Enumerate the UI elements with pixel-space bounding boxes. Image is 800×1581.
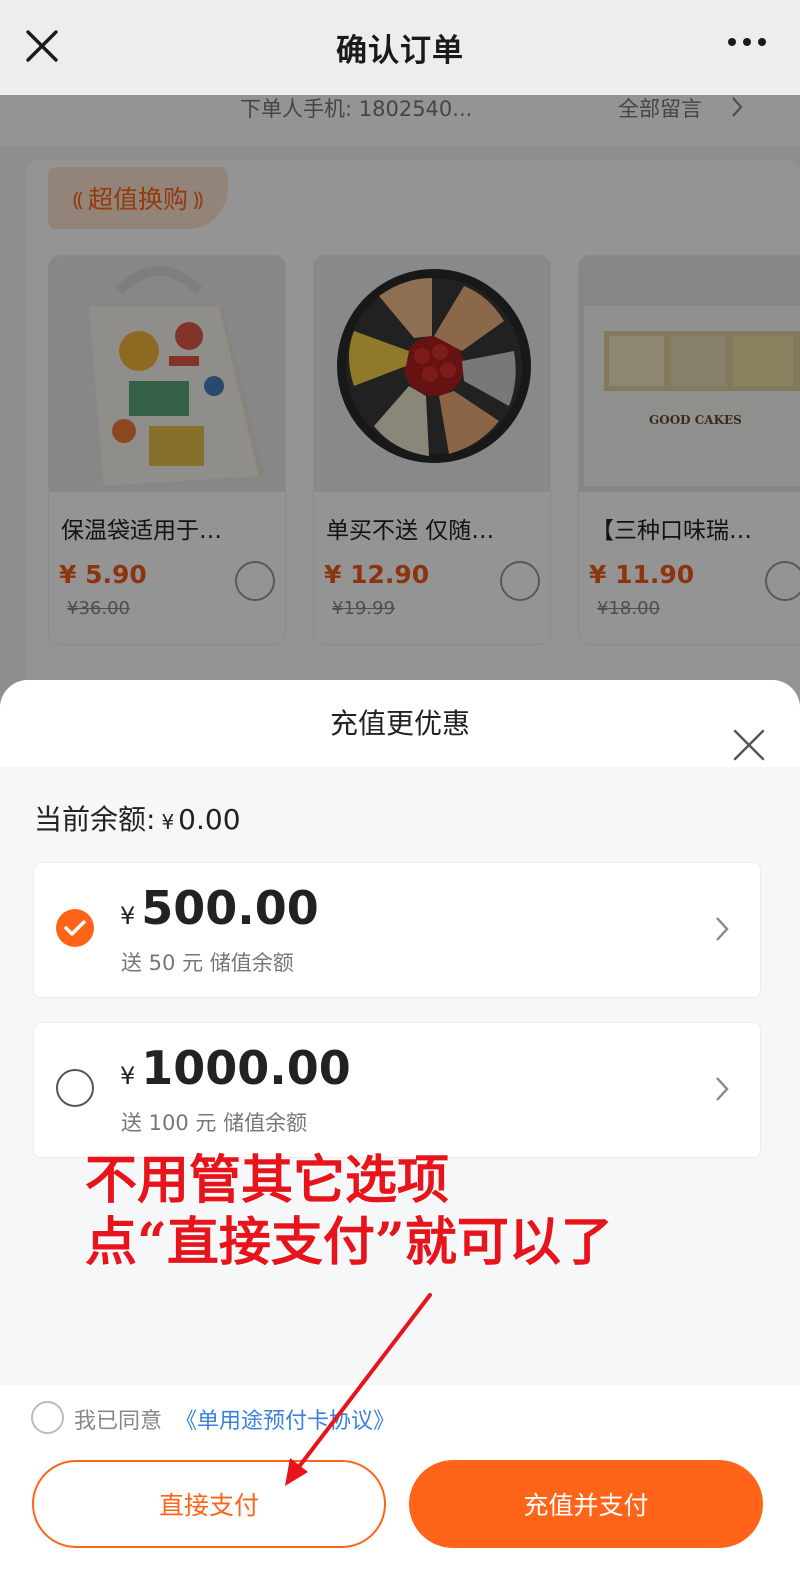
payment-footer: 我已同意 《单用途预付卡协议》 直接支付 充值并支付 [0, 1385, 800, 1581]
chevron-right-icon [716, 917, 729, 941]
close-icon[interactable] [24, 28, 60, 64]
balance-label: 当前余额: [34, 803, 156, 836]
recharge-sheet: 充值更优惠 当前余额: ¥ 0.00 ¥ 500.00 送 50 元 储值余额 … [0, 680, 800, 1581]
prepaid-card-agreement-link[interactable]: 《单用途预付卡协议》 [175, 1403, 395, 1435]
pay-directly-button[interactable]: 直接支付 [32, 1460, 386, 1548]
page-title: 确认订单 [336, 33, 464, 69]
current-balance: 当前余额: ¥ 0.00 [34, 798, 241, 838]
sheet-header: 充值更优惠 [0, 680, 800, 767]
selected-check-icon[interactable] [56, 909, 94, 947]
top-nav-bar: 确认订单 [0, 0, 800, 95]
instruction-annotation: 不用管其它选项 点“直接支付”就可以了 [85, 1150, 613, 1273]
recharge-option-500[interactable]: ¥ 500.00 送 50 元 储值余额 [33, 862, 761, 998]
recharge-bonus: 送 50 元 储值余额 [121, 951, 294, 975]
agree-checkbox[interactable] [31, 1401, 64, 1434]
sheet-title: 充值更优惠 [329, 707, 470, 740]
agree-prefix: 我已同意 [74, 1409, 163, 1434]
chevron-right-icon [716, 1077, 729, 1101]
recharge-amount: ¥ 500.00 [120, 881, 319, 935]
balance-value: 0.00 [178, 803, 241, 836]
unselected-radio[interactable] [56, 1069, 94, 1107]
balance-currency: ¥ [161, 810, 175, 834]
more-options-icon[interactable] [728, 38, 766, 46]
recharge-amount: ¥ 1000.00 [120, 1041, 351, 1095]
recharge-and-pay-button[interactable]: 充值并支付 [409, 1460, 763, 1548]
recharge-option-1000[interactable]: ¥ 1000.00 送 100 元 储值余额 [33, 1022, 761, 1158]
close-icon[interactable] [732, 728, 766, 762]
recharge-bonus: 送 100 元 储值余额 [121, 1111, 308, 1135]
modal-backdrop[interactable] [0, 95, 800, 735]
